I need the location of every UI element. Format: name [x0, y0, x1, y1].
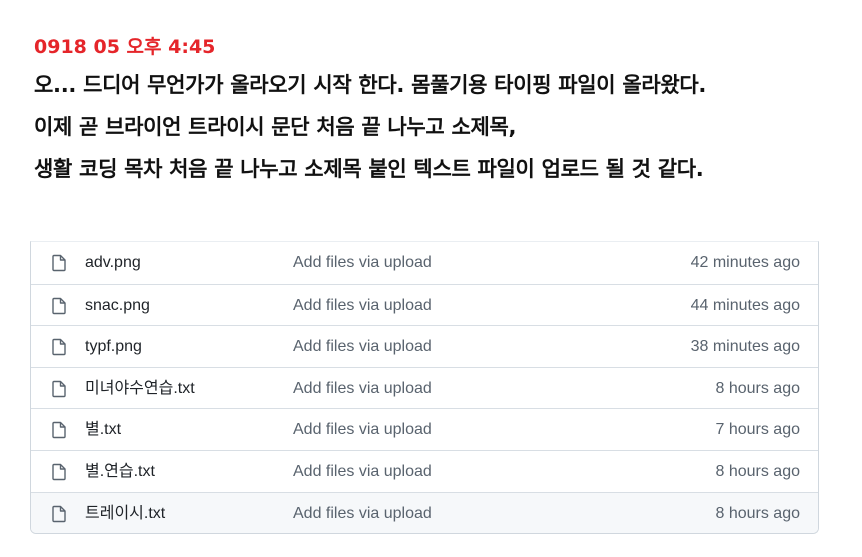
note-timestamp: 0918 05 오후 4:45 — [34, 36, 216, 58]
file-list: adv.png Add files via upload 42 minutes … — [30, 241, 819, 534]
commit-message-link[interactable]: Add files via upload — [293, 493, 432, 533]
file-name-link[interactable]: typf.png — [85, 326, 142, 367]
commit-time: 8 hours ago — [715, 504, 800, 522]
commit-time: 8 hours ago — [715, 462, 800, 480]
commit-message-link[interactable]: Add files via upload — [293, 242, 432, 283]
file-icon — [52, 463, 66, 481]
note-line-1: 오... 드디어 무언가가 올라오기 시작 한다. 몸풀기용 타이핑 파일이 올… — [34, 73, 707, 97]
file-icon — [52, 505, 66, 522]
file-icon — [52, 338, 66, 356]
commit-message-link[interactable]: Add files via upload — [293, 368, 432, 409]
file-icon — [52, 297, 66, 314]
commit-message-link[interactable]: Add files via upload — [293, 326, 432, 367]
file-name-link[interactable]: 미녀야수연습.txt — [85, 368, 195, 409]
note-line-3: 생활 코딩 목차 처음 끝 나누고 소제목 붙인 텍스트 파일이 업로드 될 것… — [34, 157, 704, 181]
commit-message-link[interactable]: Add files via upload — [293, 409, 432, 450]
file-row[interactable]: 별.연습.txt Add files via upload 8 hours ag… — [31, 449, 818, 492]
file-icon — [52, 422, 66, 439]
file-row[interactable]: 미녀야수연습.txt Add files via upload 8 hours … — [31, 366, 818, 409]
note-block: 0918 05 오후 4:45 오... 드디어 무언가가 올라오기 시작 한다… — [34, 30, 860, 190]
file-icon — [52, 380, 66, 397]
file-name-link[interactable]: adv.png — [85, 242, 141, 283]
commit-time: 44 minutes ago — [690, 296, 800, 314]
commit-time: 38 minutes ago — [690, 338, 800, 356]
commit-message-link[interactable]: Add files via upload — [293, 451, 432, 492]
file-name-link[interactable]: 별.연습.txt — [85, 451, 155, 492]
commit-time: 42 minutes ago — [690, 254, 800, 271]
file-icon — [52, 254, 66, 272]
file-row[interactable]: snac.png Add files via upload 44 minutes… — [31, 283, 818, 326]
commit-time: 7 hours ago — [715, 421, 800, 439]
file-name-link[interactable]: 트레이시.txt — [85, 493, 165, 533]
file-name-link[interactable]: 별.txt — [85, 409, 121, 450]
commit-message-link[interactable]: Add files via upload — [293, 285, 432, 326]
file-row[interactable]: typf.png Add files via upload 38 minutes… — [31, 325, 818, 367]
file-name-link[interactable]: snac.png — [85, 285, 150, 326]
file-row[interactable]: adv.png Add files via upload 42 minutes … — [31, 242, 818, 284]
file-row[interactable]: 트레이시.txt Add files via upload 8 hours ag… — [31, 491, 818, 533]
note-line-2: 이제 곧 브라이언 트라이시 문단 처음 끝 나누고 소제목, — [34, 115, 517, 139]
file-row[interactable]: 별.txt Add files via upload 7 hours ago — [31, 408, 818, 450]
commit-time: 8 hours ago — [715, 379, 800, 397]
